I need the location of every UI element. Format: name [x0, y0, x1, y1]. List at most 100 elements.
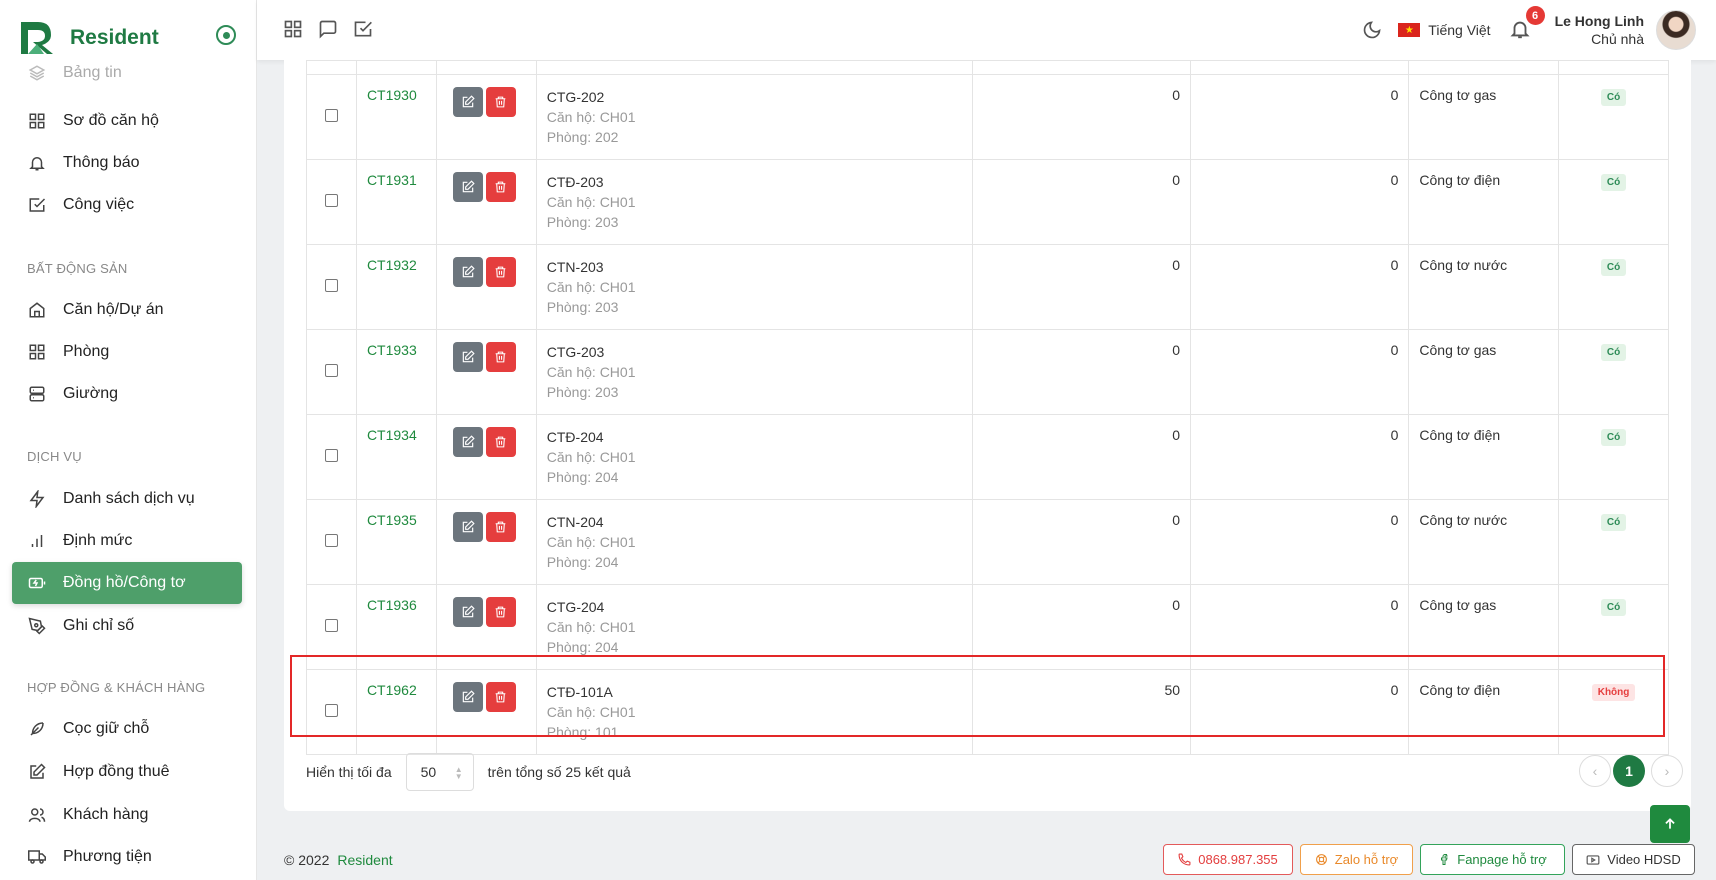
notification-badge: 6: [1525, 6, 1545, 25]
sidebar-item-beds[interactable]: Giường: [12, 373, 242, 415]
video-guide-button[interactable]: Video HDSD: [1572, 844, 1695, 875]
edit-button[interactable]: [452, 597, 483, 627]
user-role: Chủ nhà: [1591, 31, 1644, 47]
sidebar-item-label: Định mức: [63, 532, 133, 549]
row-checkbox[interactable]: [324, 704, 338, 717]
delete-button[interactable]: [485, 427, 516, 457]
sidebar-item-label: Hợp đồng thuê: [63, 763, 170, 780]
table-row: CT1930 CTG-202 Căn hộ: CH01 Phòng: 202 0 0 Côn…: [306, 74, 1669, 160]
edit-button[interactable]: [452, 172, 483, 202]
delete-button[interactable]: [485, 172, 516, 202]
delete-button[interactable]: [485, 87, 516, 117]
sidebar-item-deposits[interactable]: Cọc giữ chỗ: [12, 708, 242, 750]
meter-list-card: CT1930 CTG-202 Căn hộ: CH01 Phòng: 202 0 0 Côn…: [284, 60, 1691, 811]
edit-button[interactable]: [452, 342, 483, 372]
trash-icon: [496, 181, 506, 193]
sidebar-item-label: Phòng: [63, 343, 110, 360]
meter-value-1: 0: [1172, 257, 1181, 273]
trash-icon: [496, 606, 506, 618]
chat-icon[interactable]: [318, 19, 340, 41]
sidebar: Resident Bảng tin Sơ đồ căn hộ Thông báo…: [0, 0, 257, 880]
meter-type: Công tơ gas: [1419, 87, 1497, 103]
sidebar-item-apartment-map[interactable]: Sơ đồ căn hộ: [12, 100, 242, 142]
meter-code-link[interactable]: CT1930: [367, 87, 417, 103]
phone-button[interactable]: 0868.987.355: [1163, 844, 1293, 875]
edit-button[interactable]: [452, 87, 483, 117]
edit-button[interactable]: [452, 512, 483, 542]
trash-icon: [496, 351, 506, 363]
row-checkbox[interactable]: [324, 619, 338, 632]
section-title-service: DỊCH VỤ: [27, 449, 82, 464]
prev-page-button[interactable]: ‹: [1579, 755, 1611, 787]
apps-grid-icon[interactable]: [283, 19, 305, 41]
logo-icon: [18, 20, 54, 56]
task-check-icon[interactable]: [353, 19, 375, 41]
meter-name: CTG-203: [546, 344, 605, 360]
user-info[interactable]: Le Hong Linh Chủ nhà: [1555, 13, 1644, 47]
sidebar-item-dashboard[interactable]: Bảng tin: [12, 58, 242, 88]
language-switcher[interactable]: ★ Tiếng Việt: [1398, 22, 1491, 38]
row-checkbox[interactable]: [324, 194, 338, 207]
meter-code-link[interactable]: CT1932: [367, 257, 417, 273]
sidebar-item-rooms[interactable]: Phòng: [12, 331, 242, 373]
sidebar-item-notifications[interactable]: Thông báo: [12, 142, 242, 184]
edit-icon: [27, 762, 47, 782]
meter-apartment: Căn hộ: CH01: [546, 704, 636, 720]
meter-icon: [27, 573, 47, 593]
edit-icon: [462, 435, 475, 448]
delete-button[interactable]: [485, 682, 516, 712]
delete-button[interactable]: [485, 512, 516, 542]
meter-code-link[interactable]: CT1936: [367, 597, 417, 613]
meter-code-link[interactable]: CT1934: [367, 427, 417, 443]
delete-button[interactable]: [485, 342, 516, 372]
sidebar-item-apartments[interactable]: Căn hộ/Dự án: [12, 289, 242, 331]
meter-code-link[interactable]: CT1933: [367, 342, 417, 358]
trash-icon: [496, 691, 506, 703]
sidebar-item-vehicles[interactable]: Phương tiện: [12, 836, 242, 878]
status-badge: Không: [1591, 684, 1636, 701]
table-row: CT1936 CTG-204 Căn hộ: CH01 Phòng: 204 0 0 Côn…: [306, 584, 1669, 670]
sidebar-toggle-icon[interactable]: [216, 25, 236, 45]
row-checkbox[interactable]: [324, 449, 338, 462]
edit-button[interactable]: [452, 257, 483, 287]
table-row: CT1934 CTĐ-204 Căn hộ: CH01 Phòng: 204 0 0 Côn…: [306, 414, 1669, 500]
delete-button[interactable]: [485, 597, 516, 627]
page-size-select[interactable]: 50 ▲ ▼: [405, 753, 474, 791]
sidebar-item-customers[interactable]: Khách hàng: [12, 794, 242, 836]
meter-code-link[interactable]: CT1931: [367, 172, 417, 188]
moon-icon[interactable]: [1362, 20, 1382, 40]
pen-icon: [27, 616, 47, 636]
footer-brand-link[interactable]: Resident: [337, 852, 392, 868]
sidebar-item-label: Thông báo: [63, 154, 140, 171]
edit-button[interactable]: [452, 682, 483, 712]
meter-code-link[interactable]: CT1935: [367, 512, 417, 528]
meter-code-link[interactable]: CT1962: [367, 682, 417, 698]
sidebar-item-meters[interactable]: Đồng hồ/Công tơ: [12, 562, 242, 604]
edit-icon: [462, 265, 475, 278]
current-page-button[interactable]: 1: [1613, 755, 1645, 787]
status-badge: Có: [1600, 89, 1627, 106]
notification-button[interactable]: 6: [1509, 6, 1545, 42]
sidebar-item-quota[interactable]: Định mức: [12, 520, 242, 562]
bell-icon: [27, 153, 47, 173]
row-checkbox[interactable]: [324, 279, 338, 292]
row-checkbox[interactable]: [324, 364, 338, 377]
sidebar-item-leases[interactable]: Hợp đồng thuê: [12, 751, 242, 793]
sidebar-item-readings[interactable]: Ghi chỉ số: [12, 605, 242, 647]
sidebar-item-services[interactable]: Danh sách dịch vụ: [12, 478, 242, 520]
next-page-button[interactable]: ›: [1651, 755, 1683, 787]
row-checkbox[interactable]: [324, 109, 338, 122]
fanpage-support-button[interactable]: Fanpage hỗ trợ: [1420, 844, 1565, 875]
delete-button[interactable]: [485, 257, 516, 287]
sidebar-item-tasks[interactable]: Công việc: [12, 184, 242, 226]
vietnam-flag-icon: ★: [1398, 23, 1421, 37]
avatar[interactable]: [1656, 10, 1696, 50]
row-checkbox[interactable]: [324, 534, 338, 547]
meter-value-1: 0: [1172, 87, 1181, 103]
meter-apartment: Căn hộ: CH01: [546, 534, 636, 550]
meter-name: CTG-202: [546, 89, 605, 105]
zalo-support-button[interactable]: Zalo hỗ trợ: [1300, 844, 1413, 875]
scroll-to-top-button[interactable]: [1650, 805, 1690, 843]
meter-table: CT1930 CTG-202 Căn hộ: CH01 Phòng: 202 0 0 Côn…: [306, 60, 1669, 755]
edit-button[interactable]: [452, 427, 483, 457]
